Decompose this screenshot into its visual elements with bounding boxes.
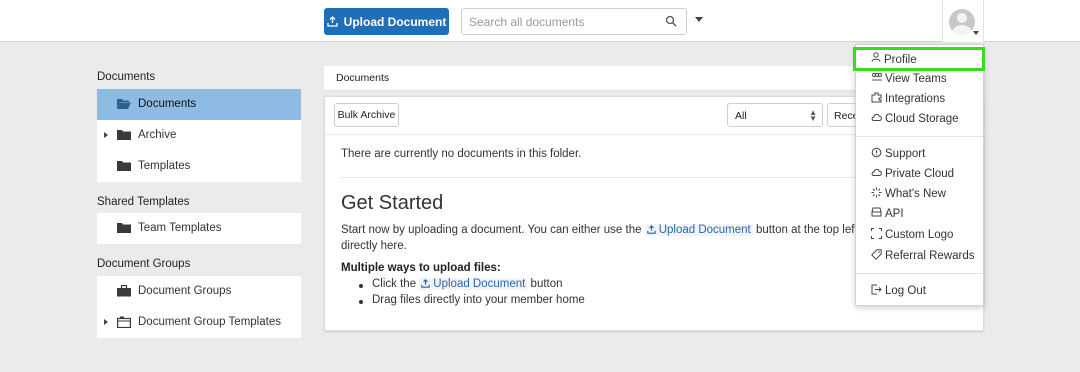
upload-document-link[interactable]: Upload Document [644,224,753,236]
sidebar-item-label: Archive [138,129,177,141]
cloud-icon [871,112,883,125]
sidebar-section-documents: Documents [97,71,156,83]
user-menu-toggle[interactable] [942,0,984,42]
menu-item-label: Cloud Storage [885,113,959,125]
upload-document-label: Upload Document [343,14,447,29]
menu-item-label: API [885,208,904,220]
filter-select[interactable]: All ▲ ▼ [727,103,823,127]
upload-icon [646,225,656,234]
support-icon [871,147,882,161]
expand-arrow-icon[interactable] [104,319,108,325]
list-item: Drag files directly into your member hom… [357,294,585,310]
avatar[interactable] [949,9,975,35]
sidebar-item-label: Documents [138,98,197,110]
menu-divider [856,273,983,274]
tag-icon [871,249,882,263]
sidebar-item-label: Document Group Templates [138,316,281,328]
sidebar-groups-panel: Document Groups Document Group Templates [97,276,301,338]
menu-item-label: Profile [884,54,917,66]
upload-icon [421,279,431,288]
sidebar-item-document-groups[interactable]: Document Groups [97,276,301,307]
top-bar: Upload Document [0,0,1080,42]
upload-document-button[interactable]: Upload Document [324,8,449,35]
upload-ways-list: Click the Upload Document button Drag fi… [357,278,585,309]
sidebar-item-document-group-templates[interactable]: Document Group Templates [97,307,301,338]
sidebar-section-document-groups: Document Groups [97,258,191,270]
expand-arrow-icon[interactable] [104,132,108,138]
menu-item-api[interactable]: API [856,204,983,224]
menu-item-whats-new[interactable]: What's New [856,184,983,204]
upload-icon [327,16,338,27]
upload-document-link-label: Upload Document [433,278,526,290]
user-menu-dropdown: Profile View Teams Integrations Cloud St… [853,44,985,306]
group-template-icon [117,316,132,331]
sidebar-item-team-templates[interactable]: Team Templates [97,213,301,244]
search-input[interactable] [469,14,659,30]
menu-item-label: View Teams [885,73,947,85]
menu-item-label: Referral Rewards [885,250,975,262]
breadcrumb-documents[interactable]: Documents [336,72,389,84]
upload-document-link[interactable]: Upload Document [419,278,528,290]
get-started-text: Start now by uploading a document. You c… [341,223,899,254]
sidebar-item-templates[interactable]: Templates [97,151,301,182]
bullet-text: button [527,278,563,290]
sidebar-item-archive[interactable]: Archive [97,120,301,151]
intro-text: Start now by uploading a document. You c… [341,224,645,236]
menu-item-label: What's New [885,188,946,200]
sidebar-documents-panel: Documents Archive Templates [97,89,301,182]
intro-text-line2: directly here. [341,239,407,252]
menu-item-private-cloud[interactable]: Private Cloud [856,164,983,184]
sidebar-section-shared-templates: Shared Templates [97,196,190,208]
puzzle-icon [871,92,882,106]
search-options-caret-icon[interactable] [695,17,703,22]
search-icon[interactable] [665,15,677,30]
menu-item-view-teams[interactable]: View Teams [856,69,983,89]
bullet-text: Click the [372,278,420,290]
sparkle-icon [871,187,882,201]
folder-icon [117,160,131,175]
sidebar-shared-panel: Team Templates [97,213,301,244]
menu-item-label: Custom Logo [885,229,954,241]
get-started-heading: Get Started [341,192,444,214]
sidebar-item-label: Templates [138,160,191,172]
logout-icon [871,284,882,298]
menu-item-cloud-storage[interactable]: Cloud Storage [856,109,983,129]
empty-folder-message: There are currently no documents in this… [341,148,582,160]
menu-item-profile[interactable]: Profile [853,47,985,71]
select-arrows-icon: ▲ ▼ [809,108,817,123]
team-icon [871,72,883,85]
bulk-archive-button[interactable]: Bulk Archive [334,103,399,127]
sidebar-item-label: Team Templates [138,222,222,234]
search-box[interactable] [461,8,687,35]
folder-open-icon [117,98,131,113]
menu-item-label: Log Out [885,285,926,297]
upload-document-link-label: Upload Document [658,224,751,236]
section-divider [341,177,871,178]
cloud-icon [871,167,883,180]
menu-item-support[interactable]: Support [856,144,983,164]
api-icon [871,207,882,220]
sidebar-item-label: Document Groups [138,285,232,297]
menu-item-label: Private Cloud [885,168,955,180]
folder-icon [117,222,131,237]
menu-item-custom-logo[interactable]: Custom Logo [856,225,983,245]
menu-item-label: Support [885,148,926,160]
menu-item-label: Integrations [885,93,946,105]
menu-item-referral-rewards[interactable]: Referral Rewards [856,246,983,266]
filter-select-value: All [735,110,747,122]
menu-divider [856,136,983,137]
menu-item-log-out[interactable]: Log Out [856,281,983,301]
sidebar-item-documents[interactable]: Documents [97,89,301,120]
chevron-down-icon [973,31,979,35]
folder-icon [117,129,131,144]
list-item: Click the Upload Document button [357,278,585,294]
upload-ways-heading: Multiple ways to upload files: [341,262,501,274]
menu-item-integrations[interactable]: Integrations [856,89,983,109]
crop-icon [871,228,882,242]
person-icon [871,52,881,65]
briefcase-icon [117,284,131,300]
